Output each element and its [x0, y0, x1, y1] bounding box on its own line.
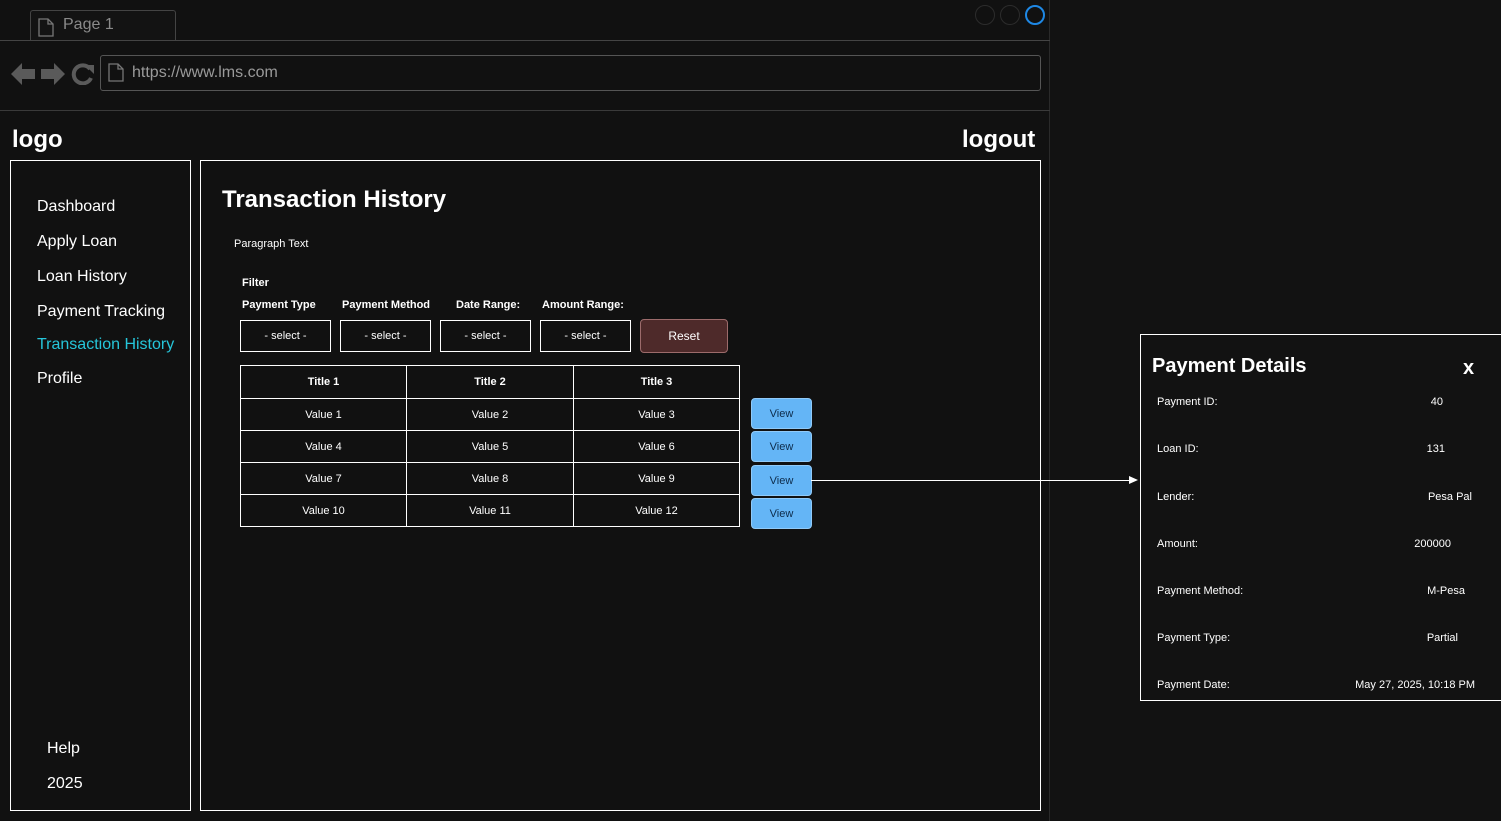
filter-label-date-range: Date Range:: [456, 299, 521, 311]
table-row: Value 4 Value 5 Value 6: [240, 430, 740, 463]
back-arrow-icon[interactable]: [11, 63, 35, 85]
table-cell: Value 11: [406, 494, 574, 527]
view-button-row-3[interactable]: View: [751, 465, 812, 496]
forward-arrow-icon[interactable]: [41, 63, 65, 85]
address-bar[interactable]: https://www.lms.com: [100, 55, 1041, 91]
arrowhead-icon: [1129, 476, 1138, 484]
filter-label-payment-type: Payment Type: [242, 299, 316, 311]
filter-label-amount-range: Amount Range:: [542, 299, 624, 311]
sidebar-item-payment-tracking[interactable]: Payment Tracking: [37, 303, 165, 321]
detail-value-payment-id: 40: [1430, 396, 1443, 408]
detail-label-payment-type: Payment Type:: [1157, 632, 1231, 644]
sidebar-item-dashboard[interactable]: Dashboard: [37, 198, 115, 216]
sidebar-help-link[interactable]: Help: [47, 740, 80, 758]
window-minimize-icon[interactable]: [975, 5, 995, 25]
logo: logo: [12, 126, 63, 153]
view-button-row-4[interactable]: View: [751, 498, 812, 529]
tab-divider: [0, 40, 1050, 41]
table-cell: Value 8: [406, 462, 574, 495]
logout-link[interactable]: logout: [962, 126, 1035, 154]
payment-details-popup: Payment Details x Payment ID: 40 Loan ID…: [1140, 334, 1501, 701]
detail-label-payment-method: Payment Method:: [1157, 585, 1244, 597]
table-row: Value 1 Value 2 Value 3: [240, 398, 740, 431]
reload-icon[interactable]: [71, 63, 95, 85]
table-header-title-3: Title 3: [573, 365, 740, 399]
detail-label-payment-id: Payment ID:: [1157, 396, 1218, 408]
table-cell: Value 3: [573, 398, 740, 431]
detail-value-loan-id: 131: [1426, 443, 1445, 455]
filter-title: Filter: [242, 277, 269, 289]
sidebar-item-profile[interactable]: Profile: [37, 370, 82, 388]
browser-tab[interactable]: Page 1: [30, 10, 176, 41]
detail-value-payment-date: May 27, 2025, 10:18 PM: [1355, 679, 1475, 691]
tab-label: Page 1: [63, 16, 114, 33]
detail-value-lender: Pesa Pal: [1427, 491, 1472, 503]
view-button-row-1[interactable]: View: [751, 398, 812, 429]
date-range-select[interactable]: - select -: [440, 320, 531, 352]
filter-label-payment-method: Payment Method: [342, 299, 431, 311]
window-maximize-icon[interactable]: [1000, 5, 1020, 25]
table-header-row: Title 1 Title 2 Title 3: [240, 365, 740, 399]
table-row: Value 7 Value 8 Value 9: [240, 462, 740, 495]
payment-type-select[interactable]: - select -: [240, 320, 331, 352]
table-header-title-1: Title 1: [240, 365, 407, 399]
close-icon[interactable]: x: [1463, 357, 1474, 380]
sidebar-item-apply-loan[interactable]: Apply Loan: [37, 233, 117, 251]
page-icon: [38, 18, 54, 37]
table-row: Value 10 Value 11 Value 12: [240, 494, 740, 527]
sidebar-year: 2025: [47, 775, 83, 792]
view-button-row-2[interactable]: View: [751, 431, 812, 462]
sidebar-item-transaction-history[interactable]: Transaction History: [37, 336, 174, 354]
table-cell: Value 7: [240, 462, 407, 495]
detail-value-payment-method: M-Pesa: [1427, 585, 1465, 597]
detail-label-loan-id: Loan ID:: [1157, 443, 1199, 455]
sidebar: Dashboard Apply Loan Loan History Paymen…: [10, 160, 191, 811]
main-panel: Transaction History Paragraph Text Filte…: [200, 160, 1041, 811]
table-cell: Value 6: [573, 430, 740, 463]
chrome-divider: [0, 110, 1050, 111]
transactions-table: Title 1 Title 2 Title 3 Value 1 Value 2 …: [240, 365, 740, 527]
paragraph-text: Paragraph Text: [234, 238, 309, 250]
window-close-icon[interactable]: [1025, 5, 1045, 25]
table-cell: Value 12: [573, 494, 740, 527]
table-cell: Value 5: [406, 430, 574, 463]
detail-label-amount: Amount:: [1157, 538, 1198, 550]
popup-title: Payment Details: [1152, 355, 1307, 377]
detail-label-payment-date: Payment Date:: [1157, 679, 1230, 691]
table-cell: Value 4: [240, 430, 407, 463]
page-icon: [108, 63, 124, 82]
table-cell: Value 1: [240, 398, 407, 431]
detail-value-payment-type: Partial: [1426, 632, 1458, 644]
browser-window: Page 1 https://www.lms.com logo logout D…: [0, 0, 1050, 821]
url-text: https://www.lms.com: [132, 64, 278, 81]
table-cell: Value 10: [240, 494, 407, 527]
table-cell: Value 2: [406, 398, 574, 431]
payment-method-select[interactable]: - select -: [340, 320, 431, 352]
table-cell: Value 9: [573, 462, 740, 495]
sidebar-item-loan-history[interactable]: Loan History: [37, 268, 127, 286]
reset-button[interactable]: Reset: [640, 319, 728, 353]
table-header-title-2: Title 2: [406, 365, 574, 399]
detail-value-amount: 200000: [1414, 538, 1451, 550]
detail-label-lender: Lender:: [1157, 491, 1195, 503]
flow-connector-line: [811, 480, 1131, 481]
amount-range-select[interactable]: - select -: [540, 320, 631, 352]
page-title: Transaction History: [222, 186, 447, 213]
